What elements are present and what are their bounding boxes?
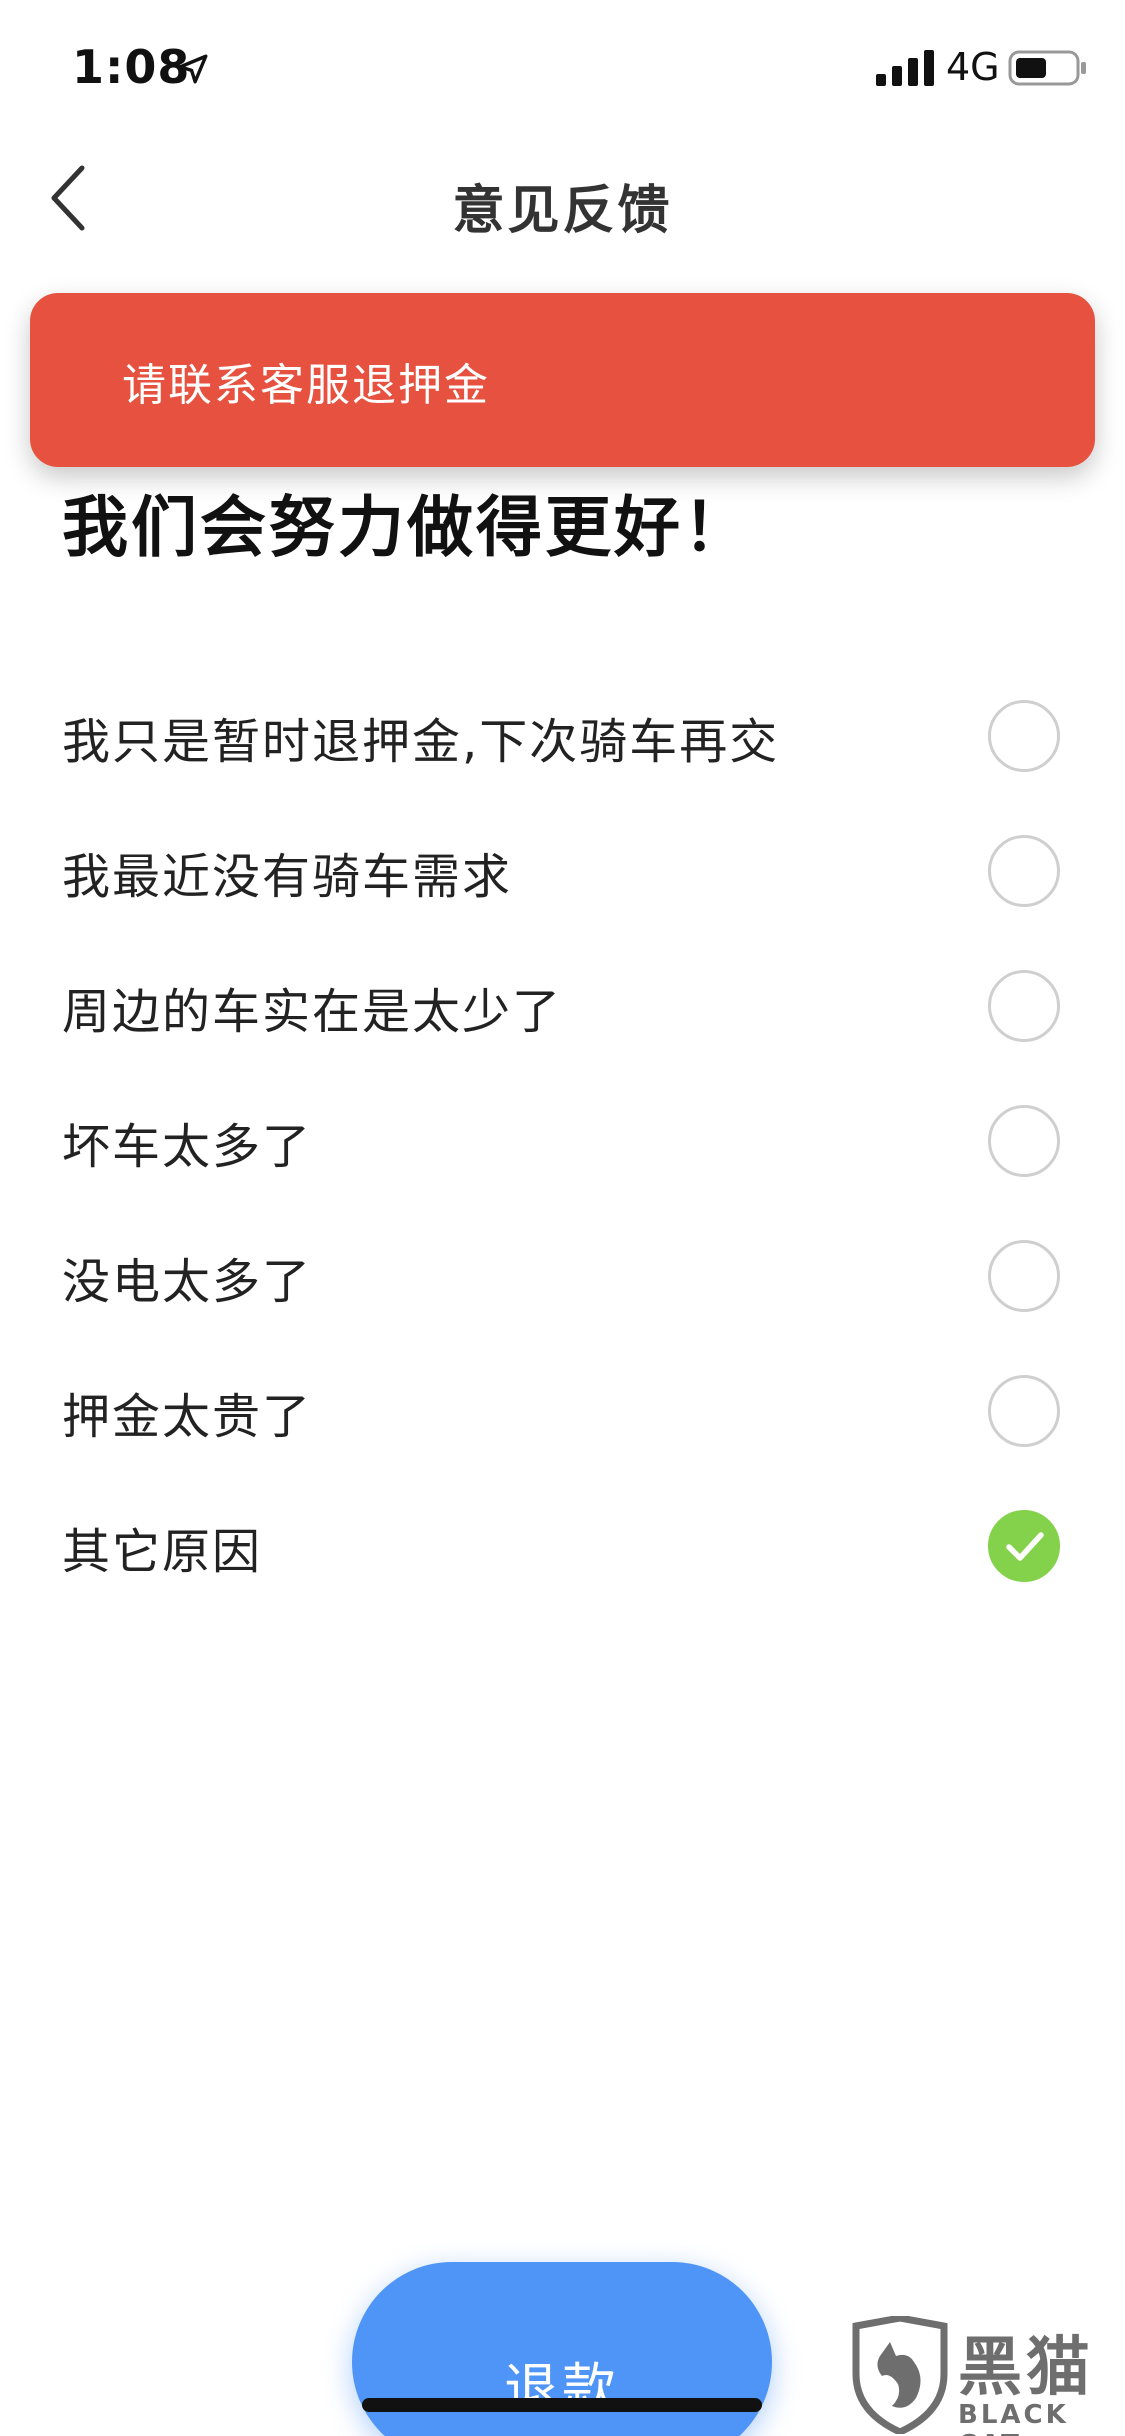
reason-item-3[interactable]: 坏车太多了 [0, 1073, 1125, 1208]
watermark-brand-en: BLACK CAT [958, 2400, 1069, 2436]
navigation-bar: 意见反馈 [0, 132, 1125, 264]
cat-shield-logo-icon [852, 2316, 948, 2434]
status-bar: 1:08 4G [0, 0, 1125, 132]
checkmark-icon [1006, 1532, 1044, 1561]
page-title: 意见反馈 [452, 181, 673, 241]
radio-button[interactable] [988, 1105, 1060, 1177]
reason-list: 我只是暂时退押金,下次骑车再交 我最近没有骑车需求 周边的车实在是太少了 坏车太… [0, 668, 1125, 1613]
reason-label: 没电太多了 [62, 1254, 313, 1310]
reason-item-2[interactable]: 周边的车实在是太少了 [0, 938, 1125, 1073]
network-type: 4G [946, 45, 1000, 89]
reason-label: 坏车太多了 [62, 1119, 313, 1175]
reason-item-1[interactable]: 我最近没有骑车需求 [0, 803, 1125, 938]
toast-message: 请联系客服退押金 [122, 360, 490, 411]
reason-item-0[interactable]: 我只是暂时退押金,下次骑车再交 [0, 668, 1125, 803]
battery-icon [1008, 50, 1086, 86]
watermark: 黑猫 BLACK CAT [850, 2316, 1125, 2436]
reason-label: 周边的车实在是太少了 [62, 984, 563, 1040]
home-indicator[interactable] [362, 2398, 762, 2412]
radio-button[interactable] [988, 700, 1060, 772]
radio-button-checked[interactable] [988, 1510, 1060, 1582]
radio-button[interactable] [988, 1240, 1060, 1312]
location-arrow-icon [178, 54, 208, 84]
headline: 我们会努力做得更好！ [62, 489, 752, 566]
reason-label: 其它原因 [62, 1524, 263, 1580]
radio-button[interactable] [988, 1375, 1060, 1447]
cellular-signal-icon [876, 50, 934, 86]
reason-label: 我最近没有骑车需求 [62, 849, 513, 905]
reason-label: 押金太贵了 [62, 1389, 313, 1445]
watermark-brand-cn: 黑猫 [958, 2331, 1094, 2405]
toast-banner: 请联系客服退押金 [30, 293, 1095, 467]
radio-button[interactable] [988, 970, 1060, 1042]
feedback-screen: 1:08 4G 意见反馈 请联系客服退押金 我们会努力做得更好！ 我只是暂时退押… [0, 0, 1125, 2436]
reason-item-6[interactable]: 其它原因 [0, 1478, 1125, 1613]
reason-label: 我只是暂时退押金,下次骑车再交 [62, 714, 780, 770]
status-time: 1:08 [72, 40, 191, 94]
reason-item-5[interactable]: 押金太贵了 [0, 1343, 1125, 1478]
radio-button[interactable] [988, 835, 1060, 907]
reason-item-4[interactable]: 没电太多了 [0, 1208, 1125, 1343]
